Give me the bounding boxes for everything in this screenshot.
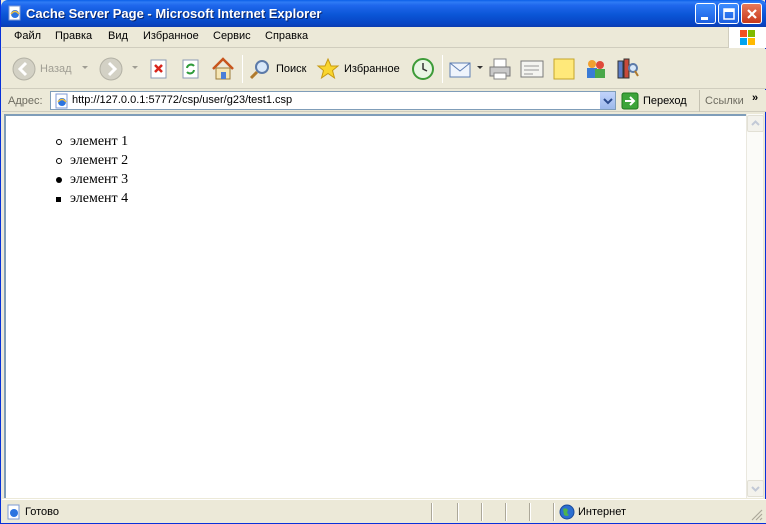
back-dropdown-icon[interactable] [82, 66, 88, 69]
address-dropdown-button[interactable] [599, 92, 615, 109]
refresh-button[interactable] [180, 53, 202, 85]
menu-edit[interactable]: Правка [55, 30, 92, 42]
toolbar-separator [242, 55, 243, 83]
standard-toolbar: Назад Поиск Избранное [2, 49, 766, 89]
address-label: Адрес: [8, 95, 43, 107]
back-button[interactable]: Назад [12, 53, 72, 85]
page-content: элемент 1 элемент 2 элемент 3 элемент 4 [4, 114, 746, 498]
forward-button[interactable] [99, 53, 123, 85]
list-item: элемент 3 [56, 170, 128, 189]
research-button[interactable] [615, 53, 641, 85]
scroll-up-button[interactable] [747, 115, 764, 132]
stop-button[interactable] [148, 53, 170, 85]
search-button[interactable]: Поиск [248, 53, 306, 85]
menu-view[interactable]: Вид [108, 30, 128, 42]
status-bar: Готово Интернет [2, 499, 766, 523]
vertical-scrollbar[interactable] [746, 114, 764, 498]
forward-arrow-icon [99, 57, 123, 81]
chevron-down-icon [603, 98, 613, 105]
status-divider [457, 503, 459, 521]
home-icon [212, 57, 234, 80]
links-label: Ссылки [705, 95, 744, 107]
toolbar-separator [442, 55, 443, 83]
resize-grip-icon[interactable] [750, 508, 764, 522]
status-divider [431, 503, 433, 521]
history-button[interactable] [410, 53, 436, 85]
links-button[interactable]: Ссылки [699, 90, 744, 112]
discuss-button[interactable] [551, 53, 577, 85]
internet-globe-icon [559, 504, 575, 520]
messenger-icon [587, 60, 605, 78]
search-icon [249, 60, 269, 80]
close-button[interactable] [741, 3, 762, 24]
mail-dropdown-icon[interactable] [477, 66, 483, 69]
menu-file[interactable]: Файл [14, 30, 41, 42]
list-item: элемент 1 [56, 132, 128, 151]
minimize-icon [701, 17, 708, 20]
page-done-icon [7, 504, 20, 520]
chevron-more-icon[interactable]: » [752, 92, 758, 104]
favorites-button[interactable]: Избранное [316, 53, 400, 85]
history-icon [412, 58, 434, 80]
status-divider [553, 503, 555, 521]
go-button[interactable]: Переход [621, 91, 687, 111]
window-title: Cache Server Page - Microsoft Internet E… [26, 6, 322, 21]
search-label: Поиск [276, 63, 307, 75]
address-bar: Адрес: http://127.0.0.1:57772/csp/user/g… [2, 90, 766, 112]
sticky-note-icon [553, 58, 575, 80]
home-button[interactable] [210, 53, 236, 85]
maximize-icon [723, 8, 735, 20]
status-text: Готово [25, 506, 59, 518]
refresh-icon [182, 59, 199, 79]
menu-bar: Файл Правка Вид Избранное Сервис Справка [2, 27, 766, 48]
printer-icon [489, 58, 511, 80]
menu-favorites[interactable]: Избранное [143, 30, 199, 42]
stop-icon [150, 59, 167, 79]
favorites-star-icon [316, 57, 340, 80]
address-url[interactable]: http://127.0.0.1:57772/csp/user/g23/test… [72, 94, 292, 106]
circle-bullet-icon [56, 132, 70, 151]
disc-bullet-icon [56, 170, 70, 189]
mail-icon [449, 62, 471, 78]
ie-page-icon [8, 5, 21, 21]
close-icon [747, 9, 757, 19]
menu-tools[interactable]: Сервис [213, 30, 251, 42]
title-bar[interactable]: Cache Server Page - Microsoft Internet E… [1, 0, 766, 27]
messenger-button[interactable] [583, 53, 609, 85]
favorites-label: Избранное [344, 63, 400, 75]
minimize-button[interactable] [695, 3, 716, 24]
status-divider [529, 503, 531, 521]
chevron-down-icon [751, 486, 760, 492]
menu-help[interactable]: Справка [265, 30, 308, 42]
page-icon [55, 93, 68, 109]
windows-flag-icon [740, 30, 755, 45]
print-button[interactable] [487, 53, 513, 85]
list-item: элемент 2 [56, 151, 128, 170]
edit-document-icon [520, 60, 544, 78]
address-field[interactable]: http://127.0.0.1:57772/csp/user/g23/test… [50, 91, 616, 110]
maximize-button[interactable] [718, 3, 739, 24]
browser-window: Cache Server Page - Microsoft Internet E… [0, 0, 766, 524]
status-divider [481, 503, 483, 521]
bullet-list: элемент 1 элемент 2 элемент 3 элемент 4 [56, 132, 128, 208]
mail-button[interactable] [448, 53, 474, 85]
chevron-up-icon [751, 120, 760, 126]
status-divider [505, 503, 507, 521]
go-arrow-icon [621, 92, 639, 110]
forward-dropdown-icon[interactable] [132, 66, 138, 69]
square-bullet-icon [56, 189, 70, 208]
back-label: Назад [40, 63, 72, 75]
windows-logo-throbber [728, 27, 766, 48]
list-item: элемент 4 [56, 189, 128, 208]
circle-bullet-icon [56, 151, 70, 170]
security-zone-label: Интернет [578, 506, 626, 518]
go-label: Переход [643, 95, 687, 107]
back-arrow-icon [12, 57, 36, 81]
scroll-down-button[interactable] [747, 480, 764, 497]
edit-button[interactable] [519, 53, 545, 85]
research-books-icon [617, 58, 639, 79]
